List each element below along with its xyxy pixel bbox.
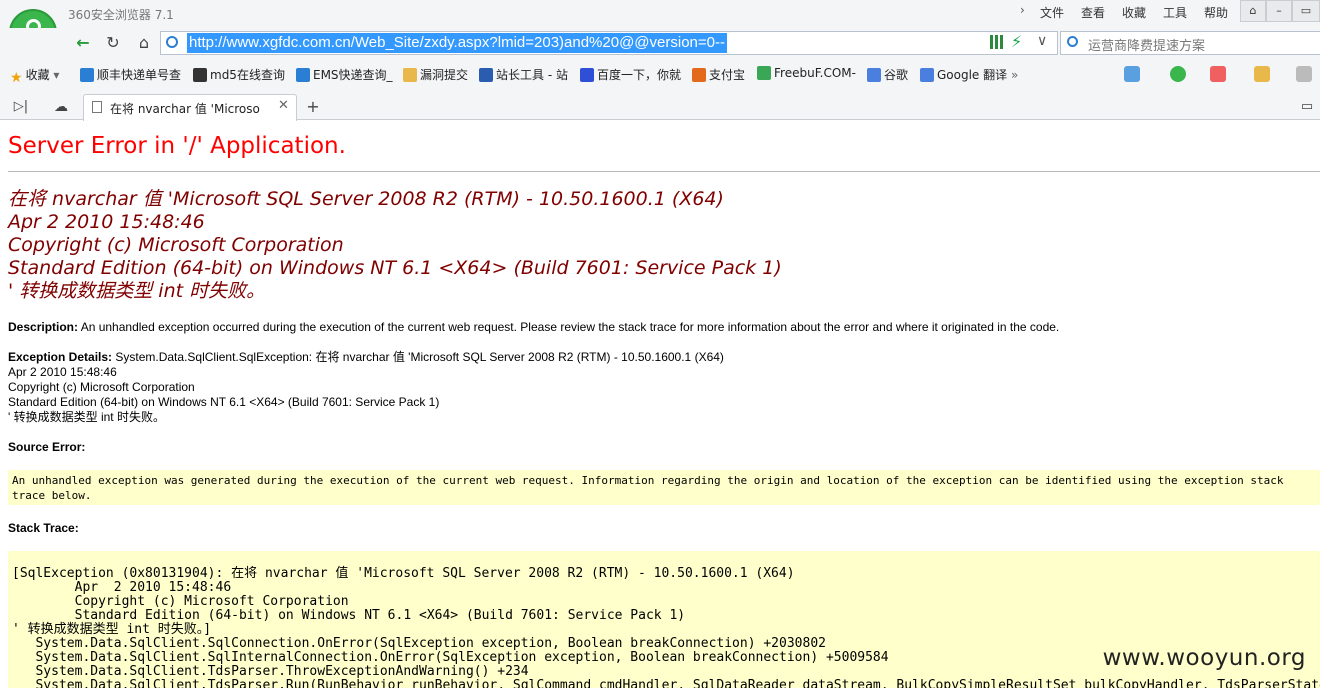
bookmark-item[interactable]: 百度一下，你就 bbox=[580, 66, 681, 83]
description: Description: An unhandled exception occu… bbox=[8, 320, 1060, 334]
bookmark-item[interactable]: 站长工具 - 站 bbox=[479, 66, 568, 83]
extension-apps-icon[interactable] bbox=[1124, 66, 1140, 82]
cloud-icon[interactable]: ☁ bbox=[48, 95, 74, 119]
page-icon bbox=[92, 101, 102, 113]
source-error-box: An unhandled exception was generated dur… bbox=[8, 470, 1320, 505]
bookmark-item[interactable]: FreebuF.COM- bbox=[757, 66, 856, 80]
app-title: 360安全浏览器 7.1 bbox=[68, 8, 174, 22]
error-message: 在将 nvarchar 值 'Microsoft SQL Server 2008… bbox=[8, 188, 782, 302]
watermark: www.wooyun.org bbox=[1102, 645, 1306, 671]
bookmark-item[interactable]: md5在线查询 bbox=[193, 66, 285, 83]
home-icon[interactable]: ⌂ bbox=[131, 31, 157, 55]
address-bar[interactable]: http://www.xgfdc.com.cn/Web_Site/zxdy.as… bbox=[160, 31, 1058, 55]
refresh-icon[interactable]: ↻ bbox=[100, 31, 126, 55]
search-icon[interactable] bbox=[1067, 36, 1078, 47]
tab-active[interactable]: 在将 nvarchar 值 'Microsoft SQL ✕ bbox=[83, 94, 297, 121]
url-text[interactable]: http://www.xgfdc.com.cn/Web_Site/zxdy.as… bbox=[187, 33, 727, 53]
menu-help[interactable]: 帮助 bbox=[1204, 4, 1228, 21]
minimize-button[interactable]: – bbox=[1266, 0, 1292, 22]
maximize-button[interactable]: ▭ bbox=[1292, 0, 1320, 22]
speed-mode-icon[interactable]: ⚡ bbox=[1011, 32, 1022, 51]
bookmark-item[interactable]: EMS快递查询_ bbox=[296, 66, 393, 83]
chevron-down-icon[interactable]: ∨ bbox=[1037, 33, 1047, 49]
search-input[interactable]: 运营商降费提速方案 bbox=[1088, 35, 1205, 54]
back-icon[interactable]: ← bbox=[70, 31, 96, 55]
divider bbox=[8, 171, 1320, 172]
extension-game-icon[interactable] bbox=[1254, 66, 1270, 82]
page-title: Server Error in '/' Application. bbox=[8, 133, 346, 159]
stack-trace-heading: Stack Trace: bbox=[8, 521, 79, 535]
close-icon[interactable]: ✕ bbox=[278, 98, 289, 113]
menu-tools[interactable]: 工具 bbox=[1163, 4, 1187, 21]
sidebar-toggle-icon[interactable]: ▷| bbox=[8, 95, 34, 119]
extension-translate-icon[interactable] bbox=[1210, 66, 1226, 82]
menu-file[interactable]: 文件 bbox=[1040, 4, 1064, 21]
new-tab-button[interactable]: + bbox=[300, 95, 326, 119]
tab-list-icon[interactable]: ▭ bbox=[1294, 95, 1320, 119]
exception-details: Exception Details: System.Data.SqlClient… bbox=[8, 350, 724, 424]
chevron-right-icon[interactable]: › bbox=[1020, 3, 1025, 17]
bookmark-item[interactable]: 顺丰快递单号查 bbox=[80, 66, 181, 83]
bookmark-item[interactable]: 漏洞提交 bbox=[403, 66, 468, 83]
bookmark-item[interactable]: Google 翻译 » bbox=[920, 66, 1018, 83]
extension-gamepad-icon[interactable] bbox=[1296, 66, 1312, 82]
menu-favorites[interactable]: 收藏 bbox=[1122, 4, 1146, 21]
page-content: Server Error in '/' Application. 在将 nvar… bbox=[0, 121, 1320, 688]
qr-code-icon[interactable] bbox=[990, 35, 1004, 49]
extension-shield-icon[interactable] bbox=[1170, 66, 1186, 82]
globe-icon bbox=[166, 36, 178, 48]
tab-title[interactable]: 在将 nvarchar 值 'Microsoft SQL bbox=[110, 100, 260, 117]
bookmark-item[interactable]: 谷歌 bbox=[867, 66, 908, 83]
bookmark-item[interactable]: 支付宝 bbox=[692, 66, 745, 83]
source-error-heading: Source Error: bbox=[8, 440, 86, 454]
bookmark-favorites[interactable]: ★ 收藏 ▾ bbox=[10, 66, 59, 86]
search-box[interactable]: 运营商降费提速方案 bbox=[1060, 31, 1320, 55]
menu-view[interactable]: 查看 bbox=[1081, 4, 1105, 21]
skin-icon[interactable]: ⌂ bbox=[1240, 0, 1266, 22]
